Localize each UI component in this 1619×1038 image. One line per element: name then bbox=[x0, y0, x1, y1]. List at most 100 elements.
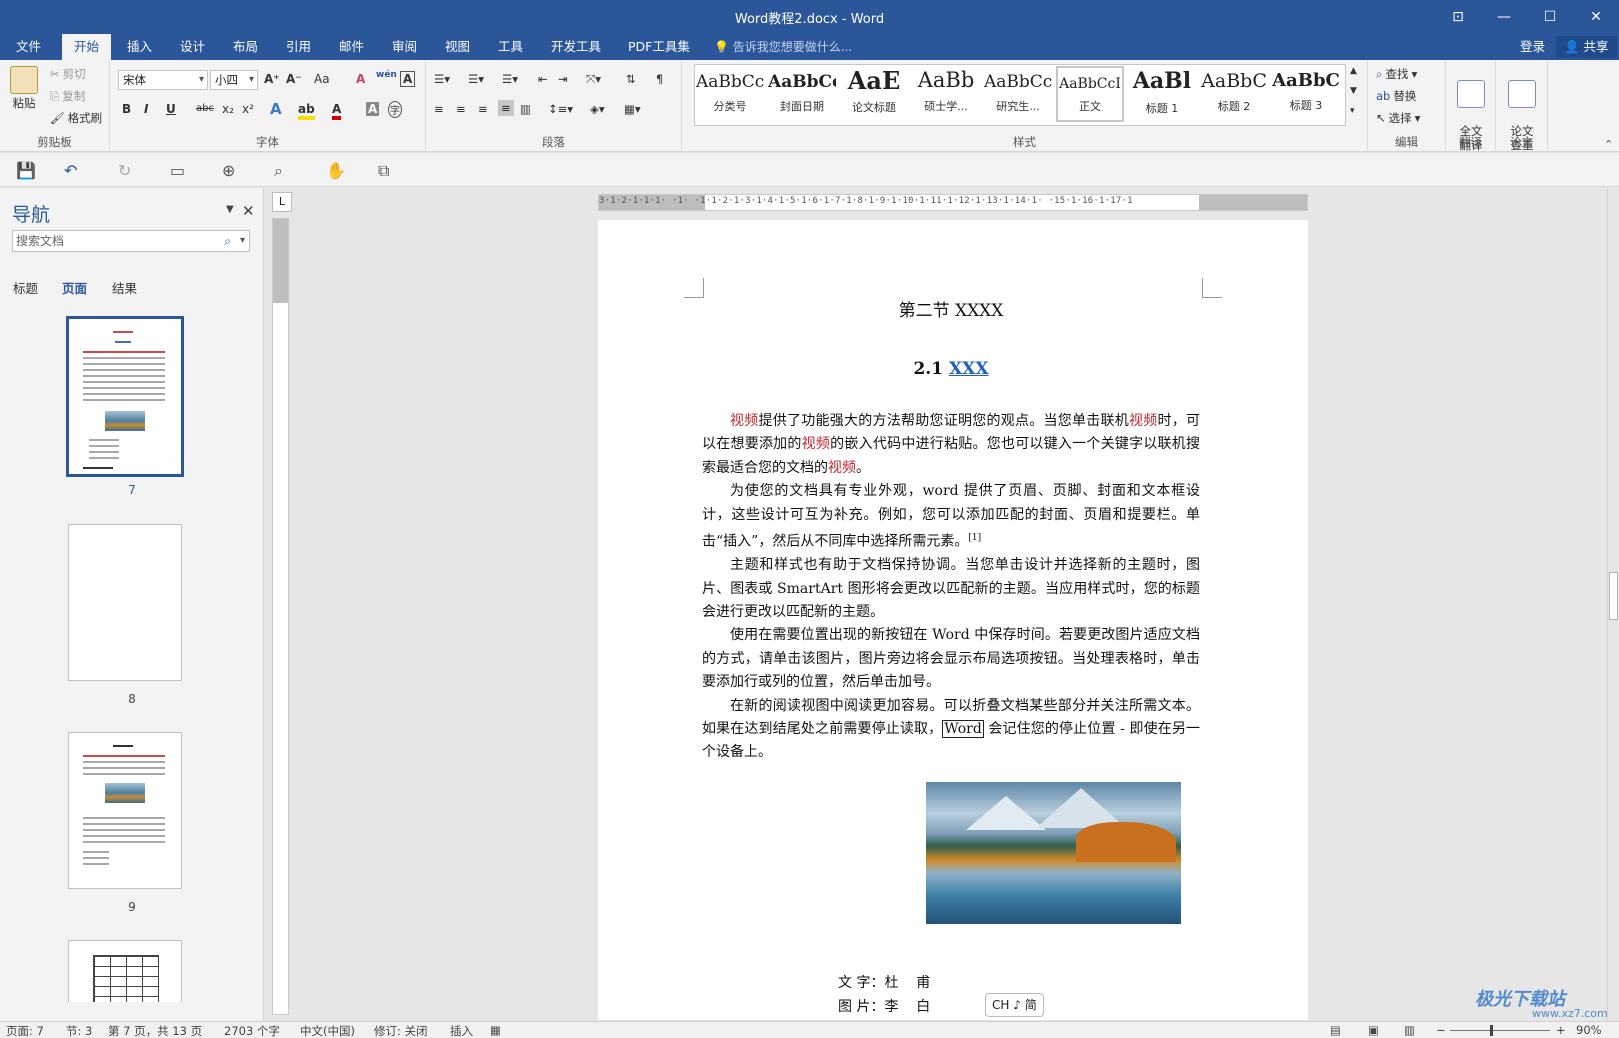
undo-icon[interactable]: ↶ bbox=[64, 161, 77, 180]
read-mode-icon[interactable]: ▭ bbox=[170, 161, 185, 180]
style-heading-2[interactable]: AaBbC 标题 2 bbox=[1200, 66, 1268, 122]
status-page-of[interactable]: 第 7 页，共 13 页 bbox=[108, 1023, 202, 1038]
search-icon[interactable]: ⌕ bbox=[224, 231, 231, 251]
enclose-char-button[interactable]: 字 bbox=[388, 101, 402, 118]
char-shading-button[interactable]: A bbox=[366, 102, 380, 116]
find-button[interactable]: ⌕ 查找 ▾ bbox=[1376, 66, 1417, 82]
style-heading-1[interactable]: AaBl 标题 1 bbox=[1128, 66, 1196, 122]
page-thumbnail[interactable] bbox=[66, 316, 184, 477]
maximize-button[interactable]: ☐ bbox=[1527, 0, 1573, 34]
page-thumbnail[interactable] bbox=[68, 524, 182, 681]
clear-format-button[interactable]: A bbox=[356, 72, 365, 86]
save-icon[interactable]: 💾 bbox=[16, 161, 36, 180]
bold-button[interactable]: B bbox=[122, 102, 131, 116]
font-size-select[interactable]: 小四 bbox=[210, 70, 258, 90]
italic-button[interactable]: I bbox=[144, 102, 148, 116]
tab-developer[interactable]: 开发工具 bbox=[539, 34, 613, 60]
close-button[interactable]: ✕ bbox=[1573, 0, 1619, 34]
landscape-image[interactable] bbox=[926, 782, 1181, 924]
justify-icon[interactable]: ≡ bbox=[498, 100, 514, 116]
paste-button[interactable]: 粘贴 bbox=[6, 66, 42, 110]
read-mode-view-icon[interactable]: ▤ bbox=[1330, 1023, 1341, 1037]
decrease-indent-icon[interactable]: ⇤ bbox=[538, 72, 548, 86]
tab-design[interactable]: 设计 bbox=[168, 34, 217, 60]
style-classification[interactable]: AaBbCc 分类号 bbox=[696, 66, 764, 122]
touch-mode-icon[interactable]: ✋ bbox=[326, 161, 346, 180]
line-spacing-icon[interactable]: ↕≡▾ bbox=[548, 102, 573, 116]
page-thumbnail[interactable] bbox=[68, 940, 182, 1002]
nav-tab-pages[interactable]: 页面 bbox=[62, 278, 87, 297]
styles-scroll-up-icon[interactable]: ▲ bbox=[1350, 66, 1357, 76]
sort-icon[interactable]: ⇅ bbox=[626, 72, 636, 86]
select-button[interactable]: ↖ 选择 ▾ bbox=[1376, 110, 1420, 126]
style-graduate[interactable]: AaBbCc 研究生... bbox=[984, 66, 1052, 122]
share-button[interactable]: 👤 共享 bbox=[1556, 36, 1617, 58]
highlight-button[interactable]: ab bbox=[298, 102, 315, 120]
numbering-icon[interactable]: ☰▾ bbox=[468, 72, 484, 86]
bullets-icon[interactable]: ☰▾ bbox=[434, 72, 450, 86]
align-center-icon[interactable]: ≡ bbox=[456, 102, 466, 116]
increase-indent-icon[interactable]: ⇥ bbox=[558, 72, 568, 86]
web-layout-view-icon[interactable]: ▥ bbox=[1404, 1023, 1415, 1037]
window-switch-icon[interactable]: ⧉ bbox=[378, 161, 389, 181]
nav-tab-results[interactable]: 结果 bbox=[112, 278, 137, 297]
ribbon-display-options-button[interactable]: ⊡ bbox=[1435, 0, 1481, 34]
style-heading-3[interactable]: AaBbC 标题 3 bbox=[1272, 66, 1340, 122]
replace-button[interactable]: ab 替换 bbox=[1376, 88, 1416, 104]
tab-references[interactable]: 引用 bbox=[274, 34, 323, 60]
distributed-icon[interactable]: ▥ bbox=[520, 102, 531, 116]
status-track-changes[interactable]: 修订: 关闭 bbox=[374, 1023, 428, 1038]
document-page[interactable]: 第二节 XXXX 2.1 XXX 视频提供了功能强大的方法帮助您证明您的观点。当… bbox=[598, 220, 1308, 1020]
print-preview-icon[interactable]: ⌕ bbox=[274, 161, 283, 181]
zoom-level[interactable]: 90% bbox=[1576, 1023, 1602, 1037]
zoom-slider[interactable] bbox=[1450, 1030, 1550, 1031]
borders-icon[interactable]: ▦▾ bbox=[624, 102, 641, 116]
superscript-button[interactable]: x² bbox=[242, 102, 254, 116]
tab-review[interactable]: 审阅 bbox=[380, 34, 429, 60]
align-left-icon[interactable]: ≡ bbox=[434, 102, 444, 116]
multilevel-list-icon[interactable]: ☰▾ bbox=[502, 72, 518, 86]
styles-scroll-down-icon[interactable]: ▼ bbox=[1350, 86, 1357, 96]
tab-insert[interactable]: 插入 bbox=[115, 34, 164, 60]
tab-file[interactable]: 文件 bbox=[4, 34, 53, 60]
styles-more-icon[interactable]: ▾ bbox=[1350, 106, 1355, 116]
tab-home[interactable]: 开始 bbox=[62, 34, 112, 60]
underline-button[interactable]: U bbox=[166, 102, 176, 116]
text-effects-button[interactable]: A bbox=[270, 100, 282, 118]
zoom-slider-thumb[interactable] bbox=[1490, 1025, 1493, 1036]
nav-options-icon[interactable]: ▼ bbox=[226, 204, 234, 215]
redo-icon[interactable]: ↻ bbox=[118, 161, 131, 180]
phonetic-guide-button[interactable]: wén bbox=[376, 70, 397, 80]
grow-font-button[interactable]: A⁺ bbox=[264, 72, 280, 86]
chinese-layout-icon[interactable]: ⤧▾ bbox=[586, 72, 601, 87]
ime-indicator[interactable]: CH ♪ 简 bbox=[985, 993, 1044, 1017]
shrink-font-button[interactable]: A⁻ bbox=[286, 72, 302, 86]
subscript-button[interactable]: x₂ bbox=[222, 102, 234, 116]
tab-view[interactable]: 视图 bbox=[433, 34, 482, 60]
char-border-button[interactable]: A bbox=[400, 71, 416, 87]
strikethrough-button[interactable]: abc bbox=[196, 103, 214, 114]
copy-button[interactable]: ⎘ 复制 bbox=[50, 88, 85, 104]
align-right-icon[interactable]: ≡ bbox=[478, 102, 488, 116]
nav-close-icon[interactable]: ✕ bbox=[242, 202, 255, 220]
page-thumbnail[interactable] bbox=[68, 732, 182, 889]
chevron-down-icon[interactable]: ▾ bbox=[240, 231, 245, 251]
nav-tab-headings[interactable]: 标题 bbox=[13, 278, 38, 297]
print-layout-view-icon[interactable]: ▣ bbox=[1368, 1023, 1379, 1037]
subsection-link[interactable]: XXX bbox=[949, 359, 989, 379]
style-normal[interactable]: AaBbCcI 正文 bbox=[1056, 66, 1124, 122]
tab-tools[interactable]: 工具 bbox=[486, 34, 535, 60]
horizontal-ruler[interactable]: 3·1·2·1·1·1· ·1· ·1·1·2·1·3·1·4·1·5·1·6·… bbox=[598, 194, 1308, 211]
shading-icon[interactable]: ◈▾ bbox=[590, 102, 605, 116]
change-case-button[interactable]: Aa bbox=[314, 72, 330, 86]
tab-layout[interactable]: 布局 bbox=[221, 34, 270, 60]
format-painter-button[interactable]: 🖌 格式刷 bbox=[50, 110, 102, 126]
collapse-ribbon-icon[interactable]: ⌃ bbox=[1604, 138, 1613, 151]
login-link[interactable]: 登录 bbox=[1520, 34, 1545, 60]
minimize-button[interactable]: — bbox=[1481, 0, 1527, 34]
tell-me-search[interactable]: 💡 告诉我您想要做什么... bbox=[714, 34, 852, 60]
status-language[interactable]: 中文(中国) bbox=[300, 1023, 355, 1038]
nav-search-input[interactable]: 搜索文档 ⌕ ▾ bbox=[12, 230, 250, 252]
font-color-button[interactable]: A bbox=[332, 102, 342, 120]
status-page[interactable]: 页面: 7 bbox=[6, 1023, 44, 1038]
